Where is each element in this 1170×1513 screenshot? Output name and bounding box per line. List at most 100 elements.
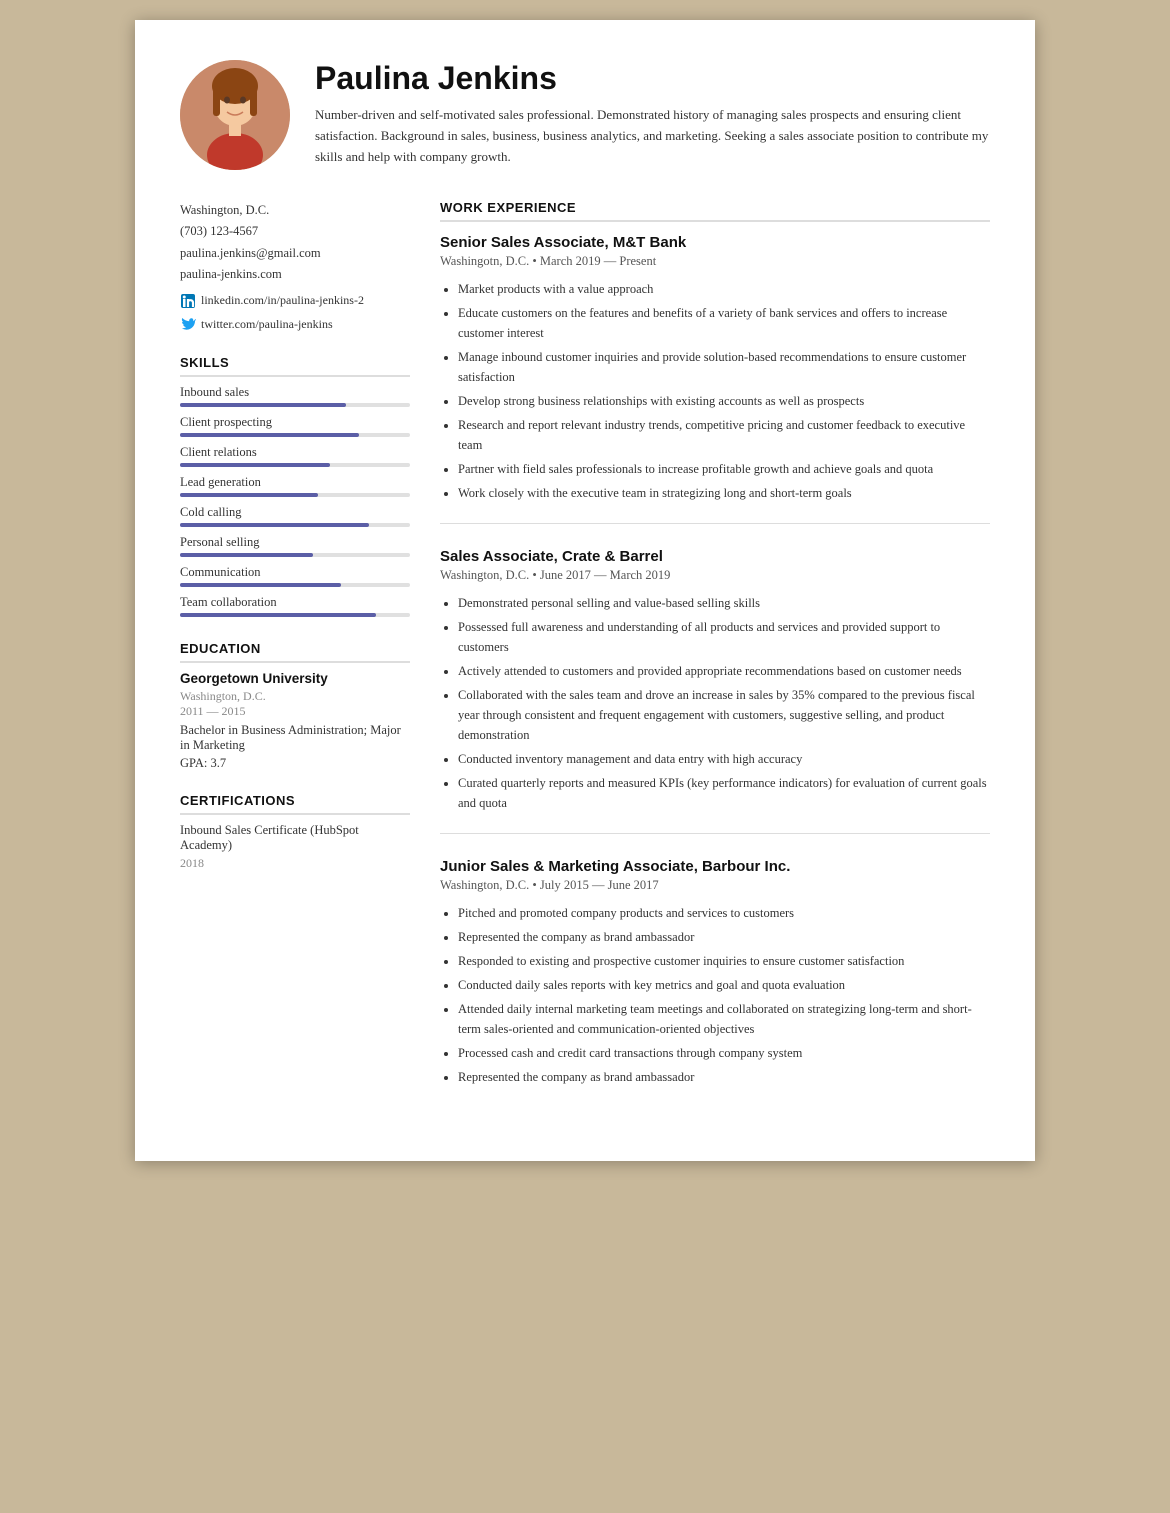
skill-name: Communication <box>180 565 410 580</box>
jobs-list: Senior Sales Associate, M&T Bank Washing… <box>440 234 990 1087</box>
job-bullet: Actively attended to customers and provi… <box>458 661 990 681</box>
job-bullet: Conducted daily sales reports with key m… <box>458 975 990 995</box>
job-bullet: Educate customers on the features and be… <box>458 303 990 343</box>
job-bullet: Manage inbound customer inquiries and pr… <box>458 347 990 387</box>
job-title: Junior Sales & Marketing Associate, Barb… <box>440 858 990 875</box>
linkedin-row: linkedin.com/in/paulina-jenkins-2 <box>180 291 410 309</box>
skill-name: Cold calling <box>180 505 410 520</box>
job-bullet: Demonstrated personal selling and value-… <box>458 593 990 613</box>
resume-document: Paulina Jenkins Number-driven and self-m… <box>135 20 1035 1161</box>
skill-bar-fill <box>180 583 341 587</box>
job-meta: Washington, D.C. • June 2017 — March 201… <box>440 568 990 583</box>
skill-item: Personal selling <box>180 535 410 557</box>
school-degree: Bachelor in Business Administration; Maj… <box>180 723 410 753</box>
candidate-summary: Number-driven and self-motivated sales p… <box>315 105 990 167</box>
school-name: Georgetown University <box>180 671 410 686</box>
skill-bar-background <box>180 493 410 497</box>
skill-name: Team collaboration <box>180 595 410 610</box>
job-bullet: Curated quarterly reports and measured K… <box>458 773 990 813</box>
job-bullet: Attended daily internal marketing team m… <box>458 999 990 1039</box>
skill-bar-background <box>180 523 410 527</box>
job-bullets-list: Pitched and promoted company products an… <box>440 903 990 1087</box>
twitter-text: twitter.com/paulina-jenkins <box>201 315 333 333</box>
skill-bar-fill <box>180 523 369 527</box>
skill-item: Inbound sales <box>180 385 410 407</box>
job-bullet: Processed cash and credit card transacti… <box>458 1043 990 1063</box>
cert-name: Inbound Sales Certificate (HubSpot Acade… <box>180 823 410 853</box>
school-gpa: GPA: 3.7 <box>180 756 410 771</box>
skill-item: Cold calling <box>180 505 410 527</box>
skill-name: Personal selling <box>180 535 410 550</box>
job-bullet: Conducted inventory management and data … <box>458 749 990 769</box>
contact-location: Washington, D.C. <box>180 200 410 221</box>
certifications-section: CERTIFICATIONS Inbound Sales Certificate… <box>180 793 410 871</box>
skill-bar-fill <box>180 493 318 497</box>
skill-item: Client prospecting <box>180 415 410 437</box>
avatar <box>180 60 290 170</box>
cert-year: 2018 <box>180 856 410 871</box>
certification-item: Inbound Sales Certificate (HubSpot Acade… <box>180 823 410 871</box>
twitter-row: twitter.com/paulina-jenkins <box>180 315 410 333</box>
skill-item: Team collaboration <box>180 595 410 617</box>
work-heading: WORK EXPERIENCE <box>440 200 990 222</box>
contact-phone: (703) 123-4567 <box>180 221 410 242</box>
skill-item: Lead generation <box>180 475 410 497</box>
skills-section: SKILLS Inbound sales Client prospecting … <box>180 355 410 617</box>
school-location: Washington, D.C. <box>180 689 410 704</box>
skill-bar-fill <box>180 613 376 617</box>
skill-item: Client relations <box>180 445 410 467</box>
skill-bar-background <box>180 583 410 587</box>
linkedin-text: linkedin.com/in/paulina-jenkins-2 <box>201 291 364 309</box>
skill-bar-background <box>180 613 410 617</box>
skill-bar-background <box>180 433 410 437</box>
education-heading: EDUCATION <box>180 641 410 663</box>
skill-bar-fill <box>180 553 313 557</box>
contact-email: paulina.jenkins@gmail.com <box>180 243 410 264</box>
certifications-heading: CERTIFICATIONS <box>180 793 410 815</box>
job-divider <box>440 833 990 834</box>
skill-bar-fill <box>180 463 330 467</box>
skills-list: Inbound sales Client prospecting Client … <box>180 385 410 617</box>
job-bullet: Work closely with the executive team in … <box>458 483 990 503</box>
job-title: Sales Associate, Crate & Barrel <box>440 548 990 565</box>
job-bullet: Possessed full awareness and understandi… <box>458 617 990 657</box>
job-item: Senior Sales Associate, M&T Bank Washing… <box>440 234 990 524</box>
job-item: Junior Sales & Marketing Associate, Barb… <box>440 858 990 1087</box>
right-column: WORK EXPERIENCE Senior Sales Associate, … <box>440 200 990 1111</box>
school-years: 2011 — 2015 <box>180 704 410 719</box>
skill-item: Communication <box>180 565 410 587</box>
certifications-list: Inbound Sales Certificate (HubSpot Acade… <box>180 823 410 871</box>
education-section: EDUCATION Georgetown University Washingt… <box>180 641 410 771</box>
job-bullet: Pitched and promoted company products an… <box>458 903 990 923</box>
skill-bar-background <box>180 463 410 467</box>
contact-website: paulina-jenkins.com <box>180 264 410 285</box>
job-title: Senior Sales Associate, M&T Bank <box>440 234 990 251</box>
left-column: Washington, D.C. (703) 123-4567 paulina.… <box>180 200 410 1111</box>
job-item: Sales Associate, Crate & Barrel Washingt… <box>440 548 990 834</box>
header-text-block: Paulina Jenkins Number-driven and self-m… <box>315 60 990 167</box>
job-bullet: Partner with field sales professionals t… <box>458 459 990 479</box>
job-bullet: Market products with a value approach <box>458 279 990 299</box>
skill-name: Lead generation <box>180 475 410 490</box>
job-divider <box>440 523 990 524</box>
job-bullet: Develop strong business relationships wi… <box>458 391 990 411</box>
job-bullet: Responded to existing and prospective cu… <box>458 951 990 971</box>
resume-body: Washington, D.C. (703) 123-4567 paulina.… <box>180 200 990 1111</box>
job-bullets-list: Market products with a value approach Edu… <box>440 279 990 503</box>
job-meta: Washington, D.C. • July 2015 — June 2017 <box>440 878 990 893</box>
job-bullet: Research and report relevant industry tr… <box>458 415 990 455</box>
skill-bar-background <box>180 553 410 557</box>
skill-bar-background <box>180 403 410 407</box>
skill-bar-fill <box>180 433 359 437</box>
skills-heading: SKILLS <box>180 355 410 377</box>
job-bullet: Represented the company as brand ambassa… <box>458 927 990 947</box>
job-bullet: Represented the company as brand ambassa… <box>458 1067 990 1087</box>
candidate-name: Paulina Jenkins <box>315 60 990 97</box>
skill-bar-fill <box>180 403 346 407</box>
twitter-icon <box>180 317 196 333</box>
linkedin-icon <box>180 293 196 309</box>
skill-name: Client prospecting <box>180 415 410 430</box>
job-bullets-list: Demonstrated personal selling and value-… <box>440 593 990 813</box>
skill-name: Client relations <box>180 445 410 460</box>
job-meta: Washingotn, D.C. • March 2019 — Present <box>440 254 990 269</box>
